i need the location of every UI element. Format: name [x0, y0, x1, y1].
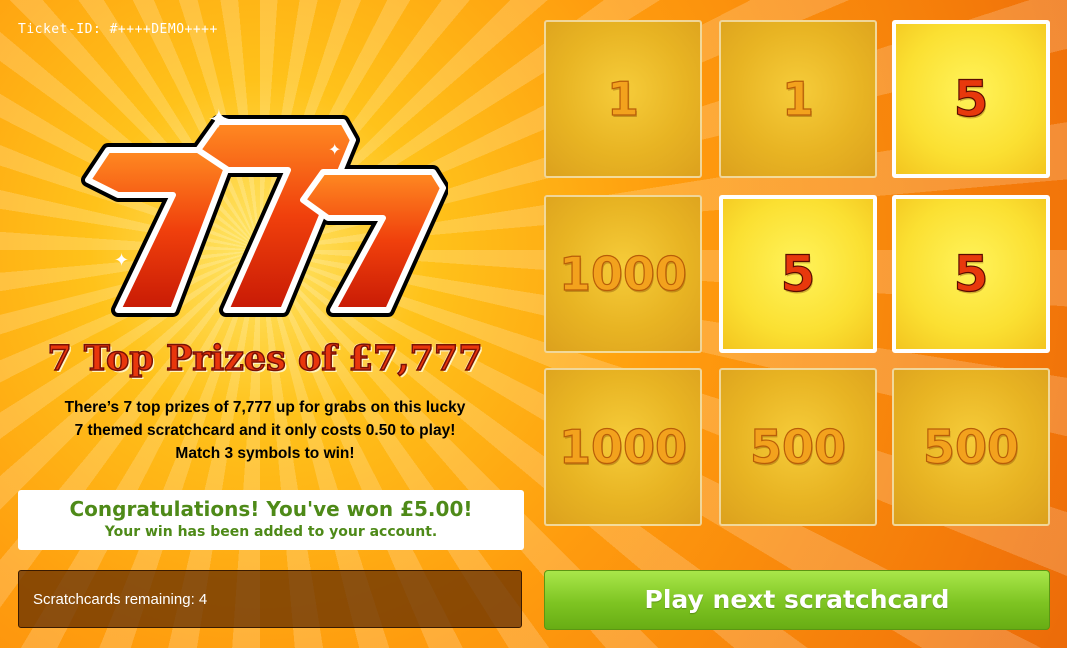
scratch-cell[interactable]: 1000 [544, 368, 702, 526]
scratch-cell[interactable]: 500 [892, 368, 1050, 526]
win-message-panel: Congratulations! You've won £5.00! Your … [18, 490, 524, 550]
777-logo: ✦ ✦ ✦ [78, 104, 450, 325]
cell-value: 1 [606, 71, 639, 126]
win-message-subtitle: Your win has been added to your account. [104, 524, 438, 540]
scratch-grid: 1 1 5 1000 5 5 1000 500 500 [544, 20, 1052, 526]
scratch-cell[interactable]: 1 [719, 20, 877, 178]
play-next-scratchcard-button[interactable]: Play next scratchcard [544, 570, 1050, 630]
cell-value: 1000 [558, 246, 688, 301]
scratchcards-remaining: Scratchcards remaining: 4 [18, 570, 522, 628]
cell-value: 5 [780, 244, 816, 303]
description-line: 7 themed scratchcard and it only costs 0… [74, 422, 456, 439]
ticket-id: Ticket-ID: #++++DEMO++++ [18, 22, 218, 37]
scratch-cell[interactable]: 1000 [544, 195, 702, 353]
sparkle-icon: ✦ [328, 142, 342, 159]
scratch-cell[interactable]: 1 [544, 20, 702, 178]
scratch-cell-winning[interactable]: 5 [892, 20, 1050, 178]
cell-value: 1000 [558, 419, 688, 474]
cell-value: 500 [922, 419, 1020, 474]
cell-value: 5 [953, 244, 989, 303]
description-line: Match 3 symbols to win! [175, 445, 355, 462]
cell-value: 5 [953, 69, 989, 128]
description-line: There’s 7 top prizes of 7,777 up for gra… [64, 399, 466, 416]
scratch-cell[interactable]: 500 [719, 368, 877, 526]
cell-value: 500 [749, 419, 847, 474]
win-message-title: Congratulations! You've won £5.00! [69, 497, 473, 521]
game-description: There’s 7 top prizes of 7,777 up for gra… [0, 396, 530, 465]
scratch-cell-winning[interactable]: 5 [892, 195, 1050, 353]
sparkle-icon: ✦ [114, 250, 130, 270]
sparkle-icon: ✦ [208, 104, 230, 134]
cell-value: 1 [781, 71, 814, 126]
top-prizes-headline: 7 Top Prizes of £7,777 [47, 337, 484, 380]
scratch-cell-winning[interactable]: 5 [719, 195, 877, 353]
